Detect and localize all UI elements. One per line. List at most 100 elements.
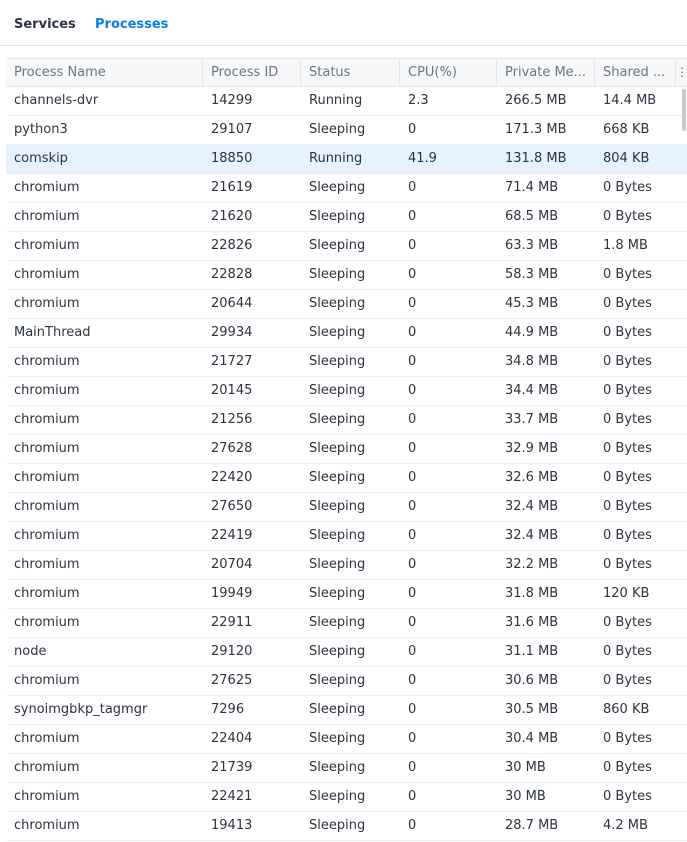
process-name-cell: chromium	[14, 760, 80, 775]
process-id-cell: 21620	[211, 209, 253, 224]
cpu-cell: 0	[408, 470, 417, 485]
private-memory-cell: 30.6 MB	[505, 673, 559, 688]
table-row[interactable]: chromium 21620 Sleeping 0 68.5 MB 0 Bytes	[6, 203, 687, 232]
shared-memory-cell: 0 Bytes	[603, 441, 652, 456]
process-id-cell: 22828	[211, 267, 253, 282]
status-cell: Sleeping	[309, 441, 366, 456]
vertical-scrollbar[interactable]	[681, 87, 687, 842]
private-memory-cell: 30.4 MB	[505, 731, 559, 746]
column-header-cpu[interactable]: CPU(%)	[400, 59, 497, 86]
process-id-cell: 22420	[211, 470, 253, 485]
column-header-process-id[interactable]: Process ID	[203, 59, 301, 86]
table-row[interactable]: chromium 21619 Sleeping 0 71.4 MB 0 Bytes	[6, 174, 687, 203]
process-id-cell: 7296	[211, 702, 245, 717]
process-name-cell: chromium	[14, 209, 80, 224]
table-row[interactable]: chromium 27628 Sleeping 0 32.9 MB 0 Bytes	[6, 435, 687, 464]
table-row[interactable]: chromium 22421 Sleeping 0 30 MB 0 Bytes	[6, 783, 687, 812]
cpu-cell: 0	[408, 702, 417, 717]
column-header-status[interactable]: Status	[301, 59, 400, 86]
status-cell: Sleeping	[309, 586, 366, 601]
table-row[interactable]: chromium 22828 Sleeping 0 58.3 MB 0 Bytes	[6, 261, 687, 290]
cpu-cell: 0	[408, 499, 417, 514]
column-header-shared-memory[interactable]: Shared ...	[595, 59, 676, 86]
tab-processes[interactable]: Processes	[95, 17, 168, 32]
status-cell: Sleeping	[309, 412, 366, 427]
table-row[interactable]: chromium 27650 Sleeping 0 32.4 MB 0 Bytes	[6, 493, 687, 522]
tab-bar: Services Processes	[0, 0, 687, 46]
column-header-process-name[interactable]: Process Name	[6, 59, 203, 86]
column-menu-icon[interactable]: ⋮	[676, 59, 687, 86]
table-row[interactable]: chromium 22420 Sleeping 0 32.6 MB 0 Bytes	[6, 464, 687, 493]
private-memory-cell: 34.8 MB	[505, 354, 559, 369]
table-row[interactable]: chromium 20644 Sleeping 0 45.3 MB 0 Bytes	[6, 290, 687, 319]
private-memory-cell: 44.9 MB	[505, 325, 559, 340]
table-row[interactable]: chromium 19413 Sleeping 0 28.7 MB 4.2 MB	[6, 812, 687, 841]
cpu-cell: 0	[408, 644, 417, 659]
table-row[interactable]: chromium 27625 Sleeping 0 30.6 MB 0 Bytes	[6, 667, 687, 696]
table-row[interactable]: chromium 21256 Sleeping 0 33.7 MB 0 Bytes	[6, 406, 687, 435]
table-row[interactable]: comskip 18850 Running 41.9 131.8 MB 804 KB	[6, 145, 687, 174]
table-row[interactable]: chromium 22826 Sleeping 0 63.3 MB 1.8 MB	[6, 232, 687, 261]
private-memory-cell: 33.7 MB	[505, 412, 559, 427]
shared-memory-cell: 120 KB	[603, 586, 650, 601]
table-row[interactable]: chromium 20145 Sleeping 0 34.4 MB 0 Bytes	[6, 377, 687, 406]
process-id-cell: 20644	[211, 296, 253, 311]
private-memory-cell: 31.1 MB	[505, 644, 559, 659]
process-name-cell: channels-dvr	[14, 93, 99, 108]
table-row[interactable]: MainThread 29934 Sleeping 0 44.9 MB 0 Bytes	[6, 319, 687, 348]
process-name-cell: chromium	[14, 789, 80, 804]
process-name-cell: chromium	[14, 557, 80, 572]
private-memory-cell: 34.4 MB	[505, 383, 559, 398]
shared-memory-cell: 0 Bytes	[603, 673, 652, 688]
process-name-cell: chromium	[14, 499, 80, 514]
status-cell: Sleeping	[309, 528, 366, 543]
process-name-cell: node	[14, 644, 47, 659]
status-cell: Sleeping	[309, 557, 366, 572]
shared-memory-cell: 0 Bytes	[603, 731, 652, 746]
column-header-private-memory[interactable]: Private Me...	[497, 59, 595, 86]
table-row[interactable]: synoimgbkp_tagmgr 7296 Sleeping 0 30.5 MB 860…	[6, 696, 687, 725]
table-row[interactable]: channels-dvr 14299 Running 2.3 266.5 MB 14.4 …	[6, 87, 687, 116]
shared-memory-cell: 0 Bytes	[603, 644, 652, 659]
process-id-cell: 14299	[211, 93, 253, 108]
cpu-cell: 0	[408, 325, 417, 340]
process-id-cell: 18850	[211, 151, 253, 166]
status-cell: Sleeping	[309, 789, 366, 804]
private-memory-cell: 68.5 MB	[505, 209, 559, 224]
table-row[interactable]: python3 29107 Sleeping 0 171.3 MB 668 KB	[6, 116, 687, 145]
private-memory-cell: 31.8 MB	[505, 586, 559, 601]
cpu-cell: 0	[408, 238, 417, 253]
table-row[interactable]: node 29120 Sleeping 0 31.1 MB 0 Bytes	[6, 638, 687, 667]
process-id-cell: 19413	[211, 818, 253, 833]
process-id-cell: 27625	[211, 673, 253, 688]
cpu-cell: 0	[408, 731, 417, 746]
status-cell: Sleeping	[309, 615, 366, 630]
tab-services[interactable]: Services	[14, 17, 76, 32]
table-row[interactable]: chromium 21727 Sleeping 0 34.8 MB 0 Bytes	[6, 348, 687, 377]
private-memory-cell: 63.3 MB	[505, 238, 559, 253]
status-cell: Sleeping	[309, 702, 366, 717]
private-memory-cell: 32.6 MB	[505, 470, 559, 485]
process-id-cell: 21619	[211, 180, 253, 195]
status-cell: Running	[309, 151, 363, 166]
shared-memory-cell: 860 KB	[603, 702, 650, 717]
shared-memory-cell: 1.8 MB	[603, 238, 648, 253]
process-name-cell: chromium	[14, 238, 80, 253]
cpu-cell: 0	[408, 789, 417, 804]
table-row[interactable]: chromium 20704 Sleeping 0 32.2 MB 0 Bytes	[6, 551, 687, 580]
table-row[interactable]: chromium 21739 Sleeping 0 30 MB 0 Bytes	[6, 754, 687, 783]
process-name-cell: chromium	[14, 441, 80, 456]
table-row[interactable]: chromium 22404 Sleeping 0 30.4 MB 0 Bytes	[6, 725, 687, 754]
status-cell: Sleeping	[309, 731, 366, 746]
table-row[interactable]: chromium 22911 Sleeping 0 31.6 MB 0 Bytes	[6, 609, 687, 638]
process-name-cell: MainThread	[14, 325, 91, 340]
process-name-cell: chromium	[14, 412, 80, 427]
scrollbar-thumb[interactable]	[682, 89, 686, 131]
process-id-cell: 21739	[211, 760, 253, 775]
status-cell: Sleeping	[309, 267, 366, 282]
table-row[interactable]: chromium 19949 Sleeping 0 31.8 MB 120 KB	[6, 580, 687, 609]
table-row[interactable]: chromium 22419 Sleeping 0 32.4 MB 0 Bytes	[6, 522, 687, 551]
process-name-cell: chromium	[14, 818, 80, 833]
cpu-cell: 0	[408, 441, 417, 456]
process-name-cell: chromium	[14, 354, 80, 369]
